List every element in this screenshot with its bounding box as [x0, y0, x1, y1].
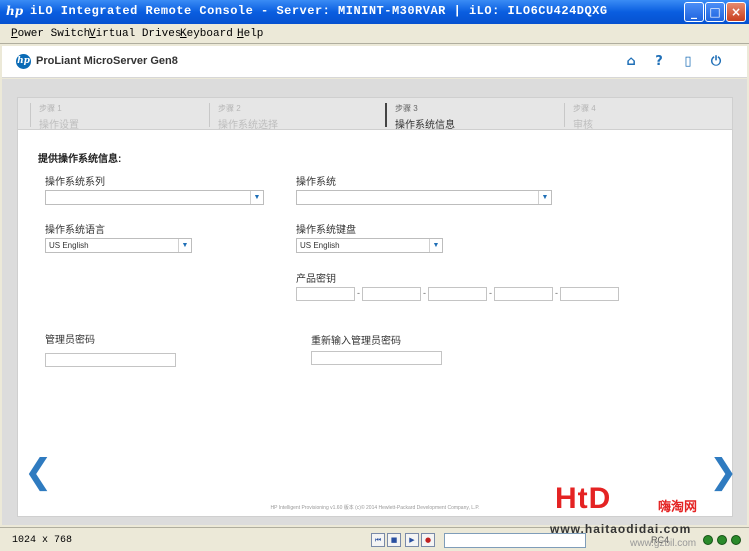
- product-key-part-2[interactable]: [362, 287, 421, 301]
- status-led-icon: [703, 535, 713, 545]
- dropdown-arrow-icon: ▼: [429, 239, 442, 252]
- resolution-readout: 1024 x 768: [12, 535, 73, 546]
- os-language-label: 操作系统语言: [45, 225, 105, 236]
- minimize-button[interactable]: _: [684, 2, 704, 22]
- key-separator: -: [423, 288, 426, 298]
- clipboard-icon[interactable]: ▯: [680, 54, 696, 70]
- admin-password-confirm-input[interactable]: [311, 351, 442, 365]
- menu-help[interactable]: Help: [237, 28, 263, 40]
- key-separator: -: [357, 288, 360, 298]
- key-separator: -: [489, 288, 492, 298]
- close-button[interactable]: ×: [726, 2, 746, 22]
- step-3[interactable]: 步骤 3 操作系统信息: [385, 103, 455, 131]
- menu-keyboard[interactable]: Keyboard: [180, 28, 233, 40]
- stop-button[interactable]: ■: [387, 533, 401, 547]
- next-arrow-icon[interactable]: ❯: [709, 455, 738, 489]
- step-name: 审核: [573, 120, 593, 131]
- product-key-label: 产品密钥: [296, 274, 336, 285]
- help-icon[interactable]: ?: [651, 54, 667, 70]
- admin-password-confirm-label: 重新输入管理员密码: [311, 336, 401, 347]
- power-icon[interactable]: ⏻: [708, 54, 724, 70]
- step-number: 步骤 3: [395, 104, 418, 113]
- os-label: 操作系统: [296, 177, 336, 188]
- dropdown-arrow-icon: ▼: [538, 191, 551, 204]
- menu-power-switch[interactable]: Power Switch: [11, 28, 90, 40]
- maximize-button[interactable]: □: [705, 2, 725, 22]
- status-led-icon: [717, 535, 727, 545]
- watermark-site-name: 嗨淘网: [658, 500, 698, 515]
- menu-virtual-drives[interactable]: Virtual Drives: [89, 28, 181, 40]
- os-select[interactable]: ▼: [296, 190, 552, 205]
- previous-arrow-icon[interactable]: ❮: [24, 455, 53, 489]
- app-header: hp ProLiant MicroServer Gen8 ⌂ ? ▯ ⏻: [2, 46, 747, 78]
- os-family-select[interactable]: ▼: [45, 190, 264, 205]
- home-icon[interactable]: ⌂: [623, 54, 639, 70]
- step-number: 步骤 4: [573, 104, 596, 113]
- product-key-part-1[interactable]: [296, 287, 355, 301]
- watermark-url: www.haitaodidai.com: [550, 522, 692, 536]
- watermark-logo: HtD: [555, 482, 612, 515]
- menu-bar: Power Switch Virtual Drives Keyboard Hel…: [0, 24, 749, 44]
- window-titlebar[interactable]: hp iLO Integrated Remote Console - Serve…: [0, 0, 749, 24]
- hp-logo: hp: [16, 54, 31, 69]
- keyboard-select[interactable]: US English ▼: [296, 238, 443, 253]
- keyboard-value: US English: [300, 241, 340, 250]
- step-2[interactable]: 步骤 2 操作系统选择: [209, 103, 278, 131]
- step-name: 操作系统选择: [218, 120, 278, 131]
- wizard-steps: 步骤 1 操作设置 步骤 2 操作系统选择 步骤 3 操作系统信息 步骤 4 审…: [18, 98, 732, 131]
- step-1[interactable]: 步骤 1 操作设置: [30, 103, 79, 131]
- section-title: 提供操作系统信息:: [38, 154, 122, 165]
- step-4[interactable]: 步骤 4 审核: [564, 103, 596, 131]
- dropdown-arrow-icon: ▼: [178, 239, 191, 252]
- dropdown-arrow-icon: ▼: [250, 191, 263, 204]
- os-language-value: US English: [49, 241, 89, 250]
- product-key-part-4[interactable]: [494, 287, 553, 301]
- record-button[interactable]: ●: [421, 533, 435, 547]
- step-number: 步骤 2: [218, 104, 241, 113]
- product-key-part-5[interactable]: [560, 287, 619, 301]
- os-family-label: 操作系统系列: [45, 177, 105, 188]
- admin-password-input[interactable]: [45, 353, 176, 367]
- copyright-footer: HP Intelligent Provisioning v1.60 版本 (c)…: [270, 505, 480, 511]
- step-number: 步骤 1: [39, 104, 62, 113]
- window-title: iLO Integrated Remote Console - Server: …: [30, 4, 608, 18]
- product-name: ProLiant MicroServer Gen8: [36, 55, 178, 67]
- rewind-button[interactable]: ⏮: [371, 533, 385, 547]
- status-led-icon: [731, 535, 741, 545]
- step-name: 操作系统信息: [395, 120, 455, 131]
- step-name: 操作设置: [39, 120, 79, 131]
- watermark-url-secondary: www.gzbil.com: [630, 538, 697, 549]
- admin-password-label: 管理员密码: [45, 335, 95, 346]
- product-key-part-3[interactable]: [428, 287, 487, 301]
- key-separator: -: [555, 288, 558, 298]
- keyboard-label: 操作系统键盘: [296, 225, 356, 236]
- remote-console-screen: 步骤 1 操作设置 步骤 2 操作系统选择 步骤 3 操作系统信息 步骤 4 审…: [2, 79, 747, 525]
- wizard-panel: 步骤 1 操作设置 步骤 2 操作系统选择 步骤 3 操作系统信息 步骤 4 审…: [17, 97, 733, 517]
- play-button[interactable]: ▶: [405, 533, 419, 547]
- os-language-select[interactable]: US English ▼: [45, 238, 192, 253]
- hp-app-icon: hp: [6, 4, 24, 18]
